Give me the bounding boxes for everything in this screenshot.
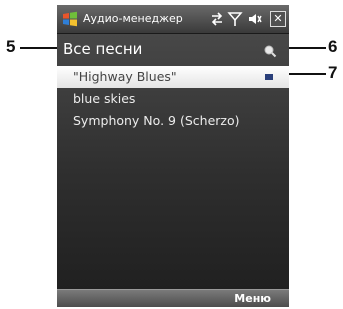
menu-softkey[interactable]: Меню	[234, 292, 271, 305]
signal-icon[interactable]	[227, 11, 243, 27]
connectivity-icon[interactable]	[209, 11, 225, 27]
page-title: Все песни	[63, 40, 143, 58]
song-list-item[interactable]: Symphony No. 9 (Scherzo)	[57, 110, 289, 132]
device-screen: Аудио-менеджер ✕ Все песни "Highway Blue…	[57, 5, 289, 307]
search-icon[interactable]	[263, 44, 277, 58]
close-button[interactable]: ✕	[270, 11, 286, 27]
list-header: Все песни	[57, 36, 289, 64]
selection-marker	[265, 74, 273, 80]
song-title: blue skies	[73, 91, 136, 106]
song-title: Symphony No. 9 (Scherzo)	[73, 113, 240, 128]
song-list: "Highway Blues" blue skies Symphony No. …	[57, 66, 289, 132]
callout-5: 5	[6, 37, 16, 56]
softkey-bar: Меню	[57, 289, 289, 307]
song-list-item[interactable]: blue skies	[57, 88, 289, 110]
song-list-item[interactable]: "Highway Blues"	[57, 66, 289, 88]
status-bar: Аудио-менеджер ✕	[57, 5, 289, 34]
volume-icon[interactable]	[247, 11, 263, 27]
callout-6: 6	[328, 37, 338, 56]
app-title: Аудио-менеджер	[83, 12, 183, 25]
song-title: "Highway Blues"	[73, 69, 177, 84]
callout-7: 7	[328, 63, 338, 82]
start-menu-icon[interactable]	[62, 11, 78, 27]
